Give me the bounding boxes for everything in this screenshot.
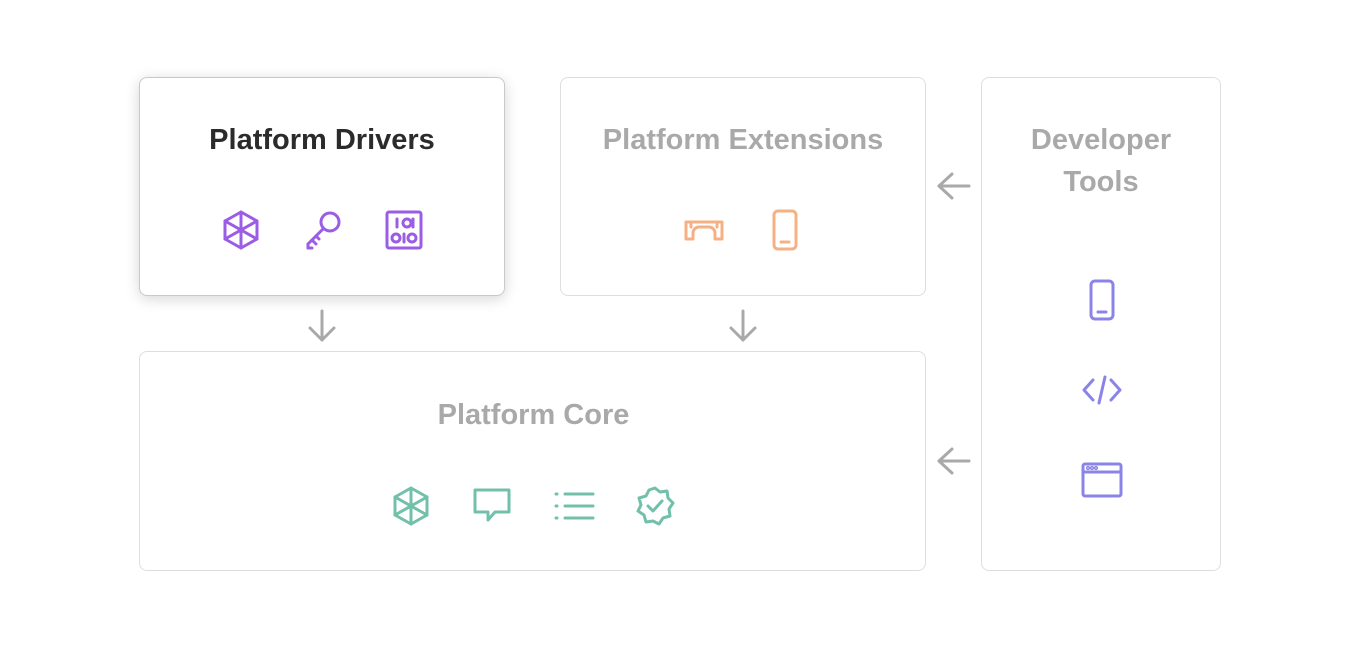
browser-window-icon [1081, 459, 1123, 501]
developer-tools-box[interactable]: Developer Tools [981, 77, 1221, 571]
phone-icon [764, 209, 806, 251]
platform-drivers-box[interactable]: Platform Drivers [139, 77, 505, 296]
platform-core-box[interactable]: Platform Core [139, 351, 926, 571]
platform-extensions-title: Platform Extensions [602, 124, 884, 156]
code-icon [1081, 369, 1123, 411]
chat-bubble-icon [471, 485, 513, 527]
arrow-tools-to-extensions [936, 170, 972, 202]
developer-tools-title-line2: Tools [1063, 166, 1139, 198]
platform-drivers-title: Platform Drivers [209, 124, 435, 156]
platform-extensions-box[interactable]: Platform Extensions [560, 77, 926, 296]
arrow-extensions-to-core [727, 308, 759, 344]
arrow-tools-to-core [936, 445, 972, 477]
control-panel-icon [383, 209, 425, 251]
hexagon-cube-icon [390, 485, 432, 527]
platform-core-title: Platform Core [437, 399, 630, 431]
verified-badge-icon [634, 485, 676, 527]
hexagon-cube-icon [220, 209, 262, 251]
bridge-icon [682, 209, 726, 251]
arrow-drivers-to-core [306, 308, 338, 344]
list-icon [552, 485, 596, 527]
phone-icon [1081, 279, 1123, 321]
key-icon [302, 209, 344, 251]
developer-tools-title-line1: Developer [1030, 124, 1172, 156]
